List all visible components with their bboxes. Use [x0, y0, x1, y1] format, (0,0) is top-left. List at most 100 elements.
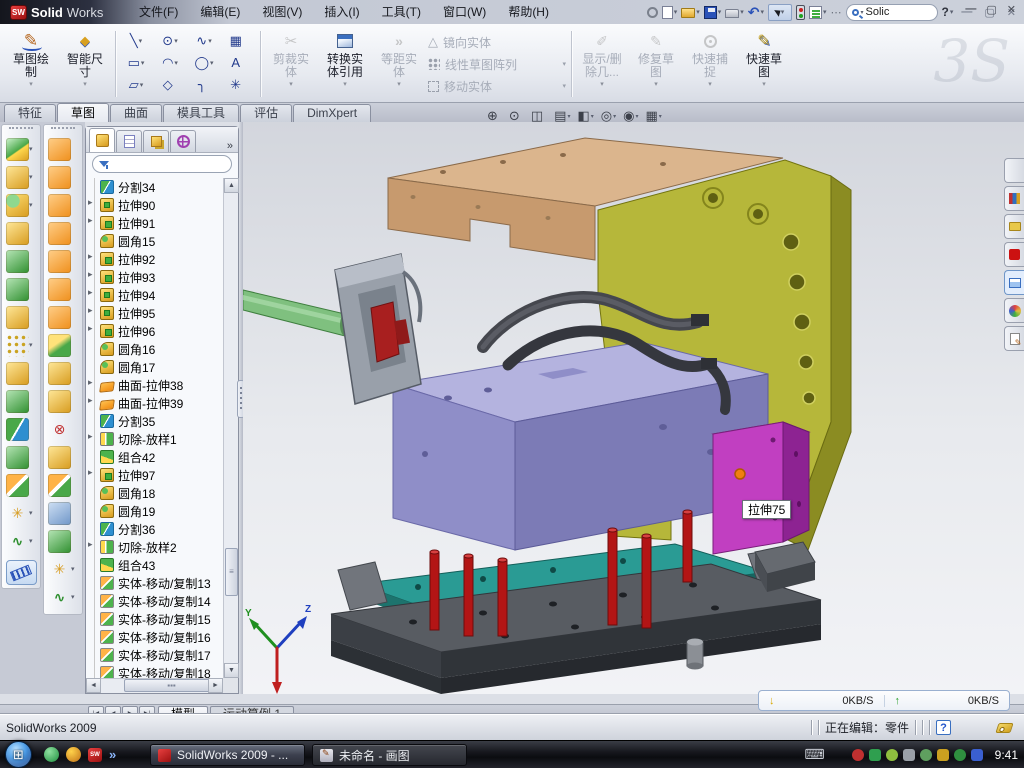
expand-arrow-icon[interactable]: ▸: [88, 215, 93, 226]
doc-minimize-button[interactable]: —: [965, 3, 976, 16]
dropdown-icon[interactable]: ▾: [397, 80, 401, 89]
doc-close-button[interactable]: ✕: [1007, 3, 1016, 16]
dropdown-icon[interactable]: ▾: [718, 8, 722, 16]
view-tool-button[interactable]: ◫ ▾: [531, 108, 547, 124]
scroll-right-button[interactable]: ►: [208, 678, 223, 693]
tree-filter-input[interactable]: [92, 155, 232, 173]
toolbar-button[interactable]: ▾: [2, 527, 40, 555]
tree-item[interactable]: ▸ 拉伸91: [87, 214, 222, 232]
tree-item[interactable]: ▸ 拉伸93: [87, 268, 222, 286]
tray-icon[interactable]: [869, 749, 881, 761]
toolbar-button[interactable]: ▾: [44, 583, 82, 611]
dropdown-icon[interactable]: ▾: [141, 59, 145, 67]
ribbon-button[interactable]: ✂ 剪裁实体 ▾: [264, 26, 318, 102]
expand-arrow-icon[interactable]: ▸: [88, 287, 93, 298]
task-pane-tab[interactable]: [1004, 158, 1024, 183]
new-file-icon[interactable]: [662, 6, 673, 19]
dropdown-icon[interactable]: ▾: [29, 201, 36, 209]
tray-icon[interactable]: [886, 749, 898, 761]
tree-item[interactable]: ▸ 分割34: [87, 178, 222, 196]
model-sprue-rod-green[interactable]: [243, 290, 350, 336]
sketch-tool-button[interactable]: ▱ ▾: [119, 74, 153, 96]
ribbon-button[interactable]: 快速捕捉 ▾: [683, 26, 737, 102]
menu-item[interactable]: 视图(V): [251, 0, 313, 24]
toolbar-button[interactable]: ▾: [44, 275, 82, 303]
smart-dimension-button[interactable]: ◆ 智能尺寸 ▾: [58, 26, 112, 102]
tab-dimxpertmanager[interactable]: [170, 130, 196, 152]
expand-arrow-icon[interactable]: ▸: [88, 305, 93, 316]
rebuild-traffic-light-icon[interactable]: [796, 5, 805, 20]
tree-item[interactable]: ▸ 拉伸96: [87, 322, 222, 340]
command-tab[interactable]: 模具工具: [163, 104, 239, 122]
model-canvas[interactable]: Y Z X: [243, 122, 1024, 694]
tray-icon[interactable]: [920, 749, 932, 761]
tree-item[interactable]: ▸ 分割36: [87, 520, 222, 538]
pin-icon[interactable]: [647, 7, 658, 18]
toolbar-button[interactable]: ▾: [2, 499, 40, 527]
command-tab[interactable]: 评估: [240, 104, 292, 122]
taskbar-window-button[interactable]: 未命名 - 画图: [312, 744, 467, 766]
select-tool-button[interactable]: ▾: [768, 4, 792, 21]
sketch-tool-button[interactable]: ◠ ▾: [153, 52, 187, 74]
sketch-tool-button[interactable]: ╲ ▾: [119, 30, 153, 52]
toolbar-button[interactable]: ▾: [44, 499, 82, 527]
ribbon-button[interactable]: ✐ 显示/删除几... ▾: [575, 26, 629, 102]
sketch-tool-button[interactable]: ▦ ▾: [221, 30, 255, 52]
expand-arrow-icon[interactable]: ▸: [88, 269, 93, 280]
tree-item[interactable]: ▸ 实体-移动/复制16: [87, 628, 222, 646]
tree-item[interactable]: ▸ 拉伸92: [87, 250, 222, 268]
dropdown-icon[interactable]: ▾: [29, 145, 36, 153]
dropdown-icon[interactable]: ▾: [83, 80, 87, 89]
ribbon-button[interactable]: ✎ 快速草图 ▾: [737, 26, 791, 102]
ribbon-row-button[interactable]: 移动实体 ▾: [426, 76, 568, 96]
tray-icon[interactable]: [954, 749, 966, 761]
sketch-tool-button[interactable]: ⊙ ▾: [153, 30, 187, 52]
toolbar-button[interactable]: ▾: [44, 303, 82, 331]
dropdown-icon[interactable]: ▾: [740, 8, 744, 16]
status-help-icon[interactable]: ?: [936, 720, 951, 735]
toolbar-button[interactable]: ▾: [44, 359, 82, 387]
toolbar-button[interactable]: ▾: [44, 443, 82, 471]
toolbar-button[interactable]: ▾: [2, 471, 40, 499]
ribbon-button[interactable]: 转换实体引用 ▾: [318, 26, 372, 102]
toolbar-button[interactable]: ▾: [2, 163, 40, 191]
tree-item[interactable]: ▸ 圆角19: [87, 502, 222, 520]
tab-propertymanager[interactable]: [116, 130, 142, 152]
model-wedge-gray[interactable]: [755, 542, 815, 592]
tab-featuremanager[interactable]: [89, 128, 115, 152]
task-pane-tab[interactable]: [1004, 214, 1024, 239]
toolbar-grip[interactable]: [9, 127, 33, 132]
toolbar-button[interactable]: ▾: [44, 191, 82, 219]
dropdown-icon[interactable]: ▾: [659, 113, 662, 120]
tray-icon[interactable]: [903, 749, 915, 761]
tree-item[interactable]: ▸ 实体-移动/复制17: [87, 646, 222, 664]
dropdown-icon[interactable]: ▾: [343, 80, 347, 89]
sketch-draw-button[interactable]: ✎ 草图绘制 ▾: [4, 26, 58, 102]
tree-item[interactable]: ▸ 分割35: [87, 412, 222, 430]
tray-icon[interactable]: [852, 749, 864, 761]
options-list-icon[interactable]: [809, 6, 822, 19]
measure-tool-button-pressed[interactable]: [6, 560, 37, 585]
tree-vertical-scrollbar[interactable]: ▲ ≡ ▼: [223, 178, 238, 678]
toolbar-button[interactable]: ▾: [2, 191, 40, 219]
toolbar-button[interactable]: ▾: [2, 247, 40, 275]
ribbon-row-button[interactable]: △ 镜向实体 ▾: [426, 32, 568, 52]
tab-configurationmanager[interactable]: [143, 130, 169, 152]
tree-item[interactable]: ▸ 圆角15: [87, 232, 222, 250]
view-tool-button[interactable]: ⊙ ▾: [509, 108, 524, 124]
menu-item[interactable]: 工具(T): [371, 0, 432, 24]
toolbar-button[interactable]: ▾: [2, 135, 40, 163]
toolbar-button[interactable]: ▾: [2, 359, 40, 387]
search-dropdown-icon[interactable]: ▾: [861, 9, 864, 16]
expand-arrow-icon[interactable]: ▸: [88, 395, 93, 406]
tree-item[interactable]: ▸ 圆角16: [87, 340, 222, 358]
menu-item[interactable]: 帮助(H): [497, 0, 560, 24]
quick-launch-overflow-icon[interactable]: »: [109, 747, 116, 762]
tree-item[interactable]: ▸ 切除-放样2: [87, 538, 222, 556]
tree-item[interactable]: ▸ 组合42: [87, 448, 222, 466]
toolbar-button[interactable]: ▾: [2, 387, 40, 415]
dropdown-icon[interactable]: ▾: [696, 8, 700, 16]
tree-item[interactable]: ▸ 拉伸95: [87, 304, 222, 322]
view-tool-button[interactable]: ▦ ▾: [646, 108, 662, 124]
task-pane-tab[interactable]: [1004, 298, 1024, 323]
